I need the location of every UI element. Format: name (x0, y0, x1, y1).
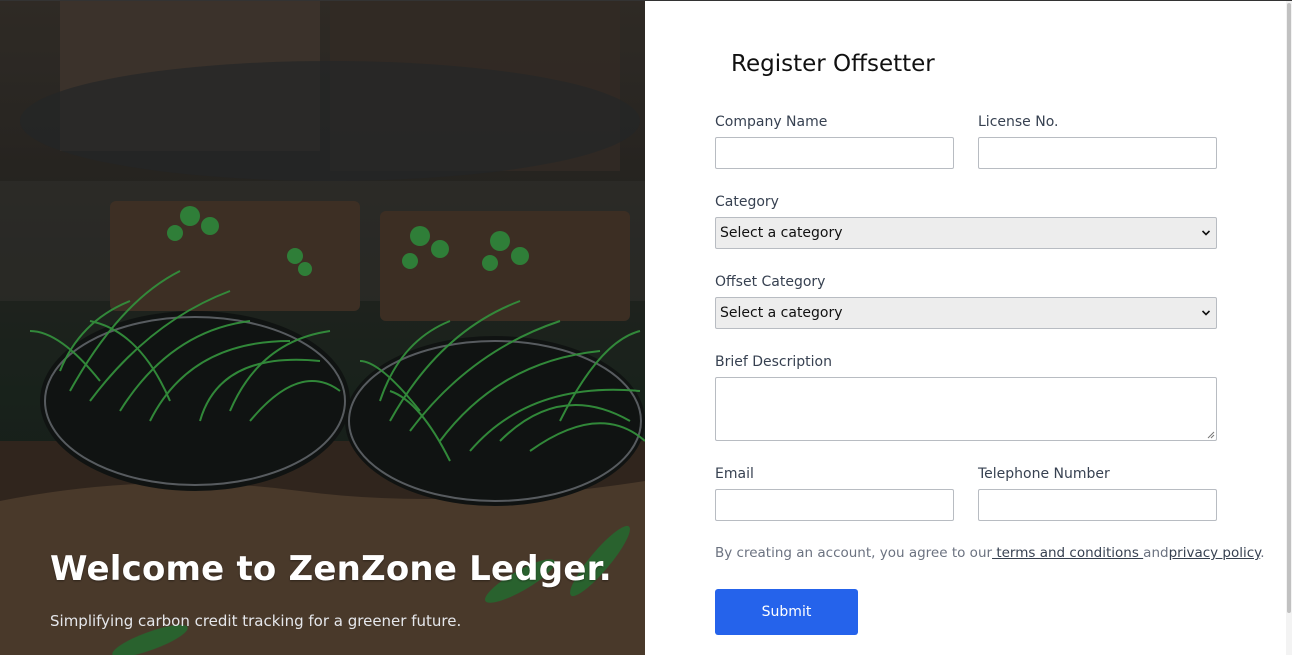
brief-description-textarea[interactable] (715, 377, 1217, 441)
page-scrollbar-thumb[interactable] (1287, 3, 1291, 613)
license-no-input[interactable] (978, 137, 1217, 169)
email-label: Email (715, 466, 754, 482)
terms-prefix: By creating an account, you agree to our (715, 545, 993, 561)
resize-grip-icon[interactable] (1207, 431, 1215, 439)
license-no-label: License No. (978, 114, 1059, 130)
terms-notice: By creating an account, you agree to our… (715, 545, 1265, 561)
form-title: Register Offsetter (731, 51, 935, 77)
terms-and-text: and (1143, 545, 1169, 561)
category-label: Category (715, 194, 779, 210)
brief-description-label: Brief Description (715, 354, 832, 370)
terms-suffix: . (1260, 545, 1265, 561)
hero-title: Welcome to ZenZone Ledger. (50, 549, 612, 589)
company-name-label: Company Name (715, 114, 828, 130)
offset-category-select-value: Select a category (720, 305, 843, 321)
telephone-input[interactable] (978, 489, 1217, 521)
category-select[interactable]: Select a category (715, 217, 1217, 249)
terms-and-conditions-link[interactable]: terms and conditions (992, 545, 1143, 561)
chevron-down-icon (1202, 230, 1210, 236)
email-input[interactable] (715, 489, 954, 521)
offset-category-select[interactable]: Select a category (715, 297, 1217, 329)
telephone-label: Telephone Number (978, 466, 1110, 482)
category-select-value: Select a category (720, 225, 843, 241)
hero-panel: Welcome to ZenZone Ledger. Simplifying c… (0, 1, 645, 655)
company-name-input[interactable] (715, 137, 954, 169)
offset-category-label: Offset Category (715, 274, 826, 290)
chevron-down-icon (1202, 310, 1210, 316)
privacy-policy-link[interactable]: privacy policy (1169, 545, 1261, 561)
submit-button[interactable]: Submit (715, 589, 858, 635)
hero-subtitle: Simplifying carbon credit tracking for a… (50, 612, 462, 630)
register-form-panel: Register Offsetter Company Name License … (645, 1, 1286, 655)
